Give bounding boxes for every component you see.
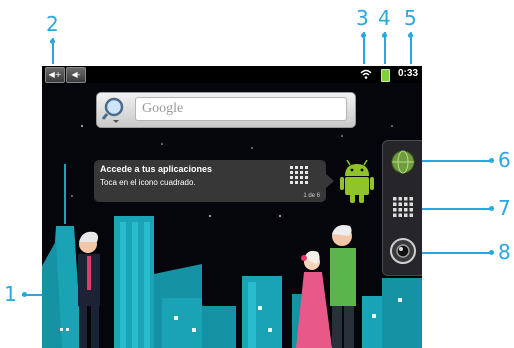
launcher-bar	[382, 140, 422, 276]
volume-up-button[interactable]: ◀+	[45, 67, 65, 83]
callout-6-line	[410, 160, 492, 162]
callout-7: 7	[498, 196, 511, 220]
app-grid-icon	[290, 166, 308, 184]
callout-8-line	[410, 252, 492, 254]
callout-1-dot	[22, 292, 27, 297]
app-grid-icon[interactable]	[393, 197, 413, 217]
camera-icon[interactable]	[389, 237, 417, 265]
callout-4-dot	[382, 33, 387, 38]
search-input[interactable]: Google	[135, 97, 347, 121]
tooltip-page-indicator: 1 de 6	[303, 193, 320, 199]
home-screen: ◀+ ◀- 0:33 Google Accede a tus aplicacio…	[42, 66, 422, 348]
tooltip-title: Accede a tus aplicaciones	[100, 164, 213, 174]
callout-6-dot	[489, 158, 494, 163]
apps-hint-tooltip: Accede a tus aplicaciones Toca en el ico…	[94, 160, 334, 202]
callout-2-dot	[50, 39, 55, 44]
callout-7-line	[410, 208, 492, 210]
search-icon[interactable]	[101, 96, 131, 124]
wifi-icon	[360, 69, 372, 79]
battery-icon	[381, 69, 390, 82]
google-search-widget[interactable]: Google	[96, 92, 356, 128]
page-heading-strip	[0, 0, 514, 4]
callout-6: 6	[498, 148, 511, 172]
android-robot-icon	[340, 160, 374, 203]
tooltip-text: Toca en el icono cuadrado.	[100, 178, 196, 187]
status-bar: ◀+ ◀- 0:33	[42, 66, 422, 83]
callout-5: 5	[404, 6, 417, 30]
callout-1: 1	[4, 282, 17, 306]
callout-3: 3	[356, 6, 369, 30]
callout-4: 4	[378, 6, 391, 30]
callout-7-dot	[489, 206, 494, 211]
callout-2: 2	[46, 12, 59, 36]
callout-8-dot	[489, 250, 494, 255]
browser-globe-icon[interactable]	[390, 149, 416, 175]
volume-down-button[interactable]: ◀-	[66, 67, 86, 83]
callout-5-dot	[408, 33, 413, 38]
callout-3-dot	[361, 33, 366, 38]
clock: 0:33	[397, 68, 418, 79]
callout-8: 8	[498, 240, 511, 264]
